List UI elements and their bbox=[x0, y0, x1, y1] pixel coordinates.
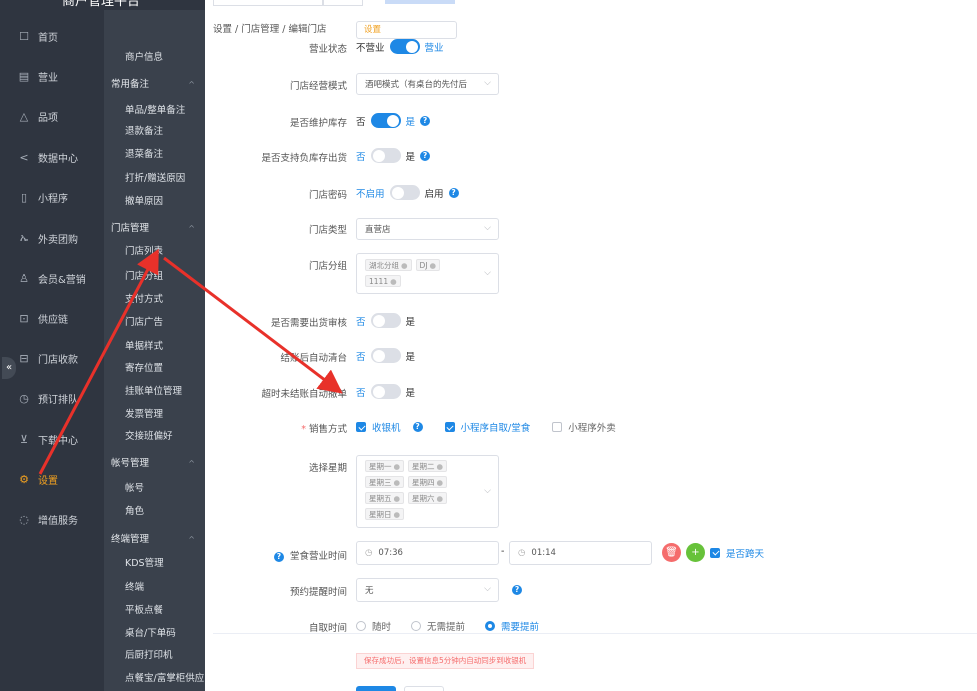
arrow-to-store-list bbox=[38, 248, 159, 475]
arrow-to-auto-cancel bbox=[163, 256, 343, 394]
annotation-arrows bbox=[38, 248, 343, 475]
